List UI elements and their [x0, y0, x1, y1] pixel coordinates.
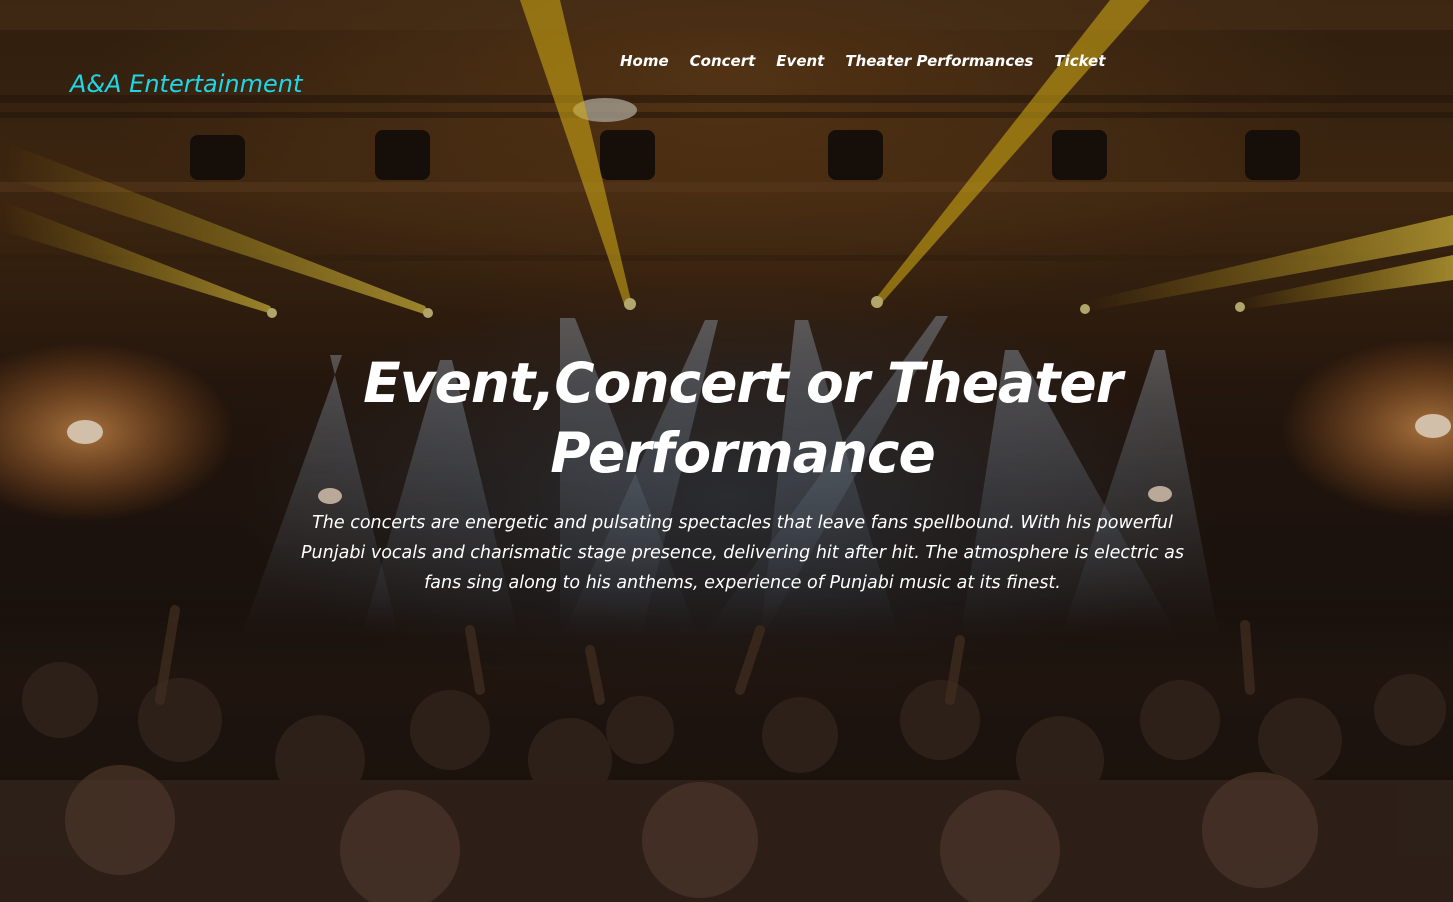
nav-ticket[interactable]: Ticket [1054, 52, 1105, 70]
hero-description: The concerts are energetic and pulsating… [301, 513, 1184, 593]
hero-section: A&A Entertainment Home Concert Event The… [0, 0, 1453, 902]
hero-headline: Event,Concert or Theater Performance [363, 351, 1123, 485]
nav-concert[interactable]: Concert [690, 52, 756, 70]
main-nav: Home Concert Event Theater Performances … [620, 52, 1105, 70]
brand-logo-text[interactable]: A&A Entertainment [70, 70, 302, 98]
nav-event[interactable]: Event [776, 52, 824, 70]
nav-theater-performances[interactable]: Theater Performances [845, 52, 1033, 70]
nav-home[interactable]: Home [620, 52, 669, 70]
